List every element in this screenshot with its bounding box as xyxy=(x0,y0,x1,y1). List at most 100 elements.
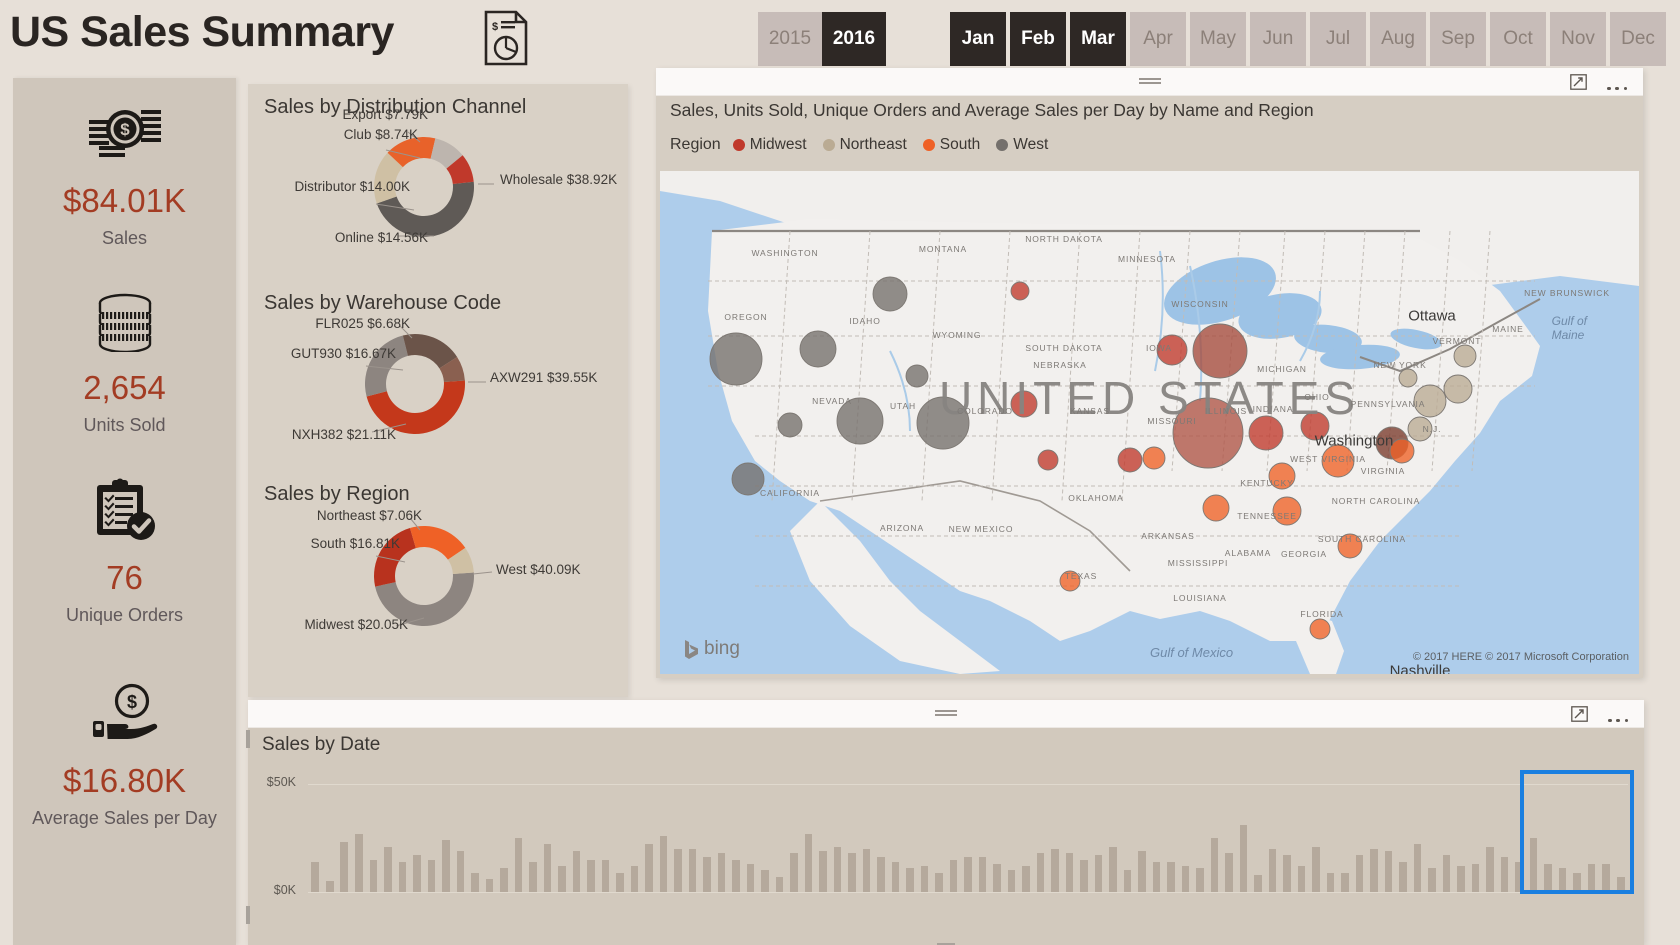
map-bubble[interactable] xyxy=(1059,570,1081,592)
map-bubble[interactable] xyxy=(1117,447,1143,473)
focus-mode-icon[interactable] xyxy=(1570,74,1587,90)
bar[interactable] xyxy=(1268,848,1277,892)
bar[interactable] xyxy=(935,872,943,892)
bar[interactable] xyxy=(1587,863,1596,892)
legend-item-northeast[interactable]: Northeast xyxy=(822,136,907,154)
bar[interactable] xyxy=(1486,846,1494,892)
year-slicer-2015[interactable]: 2015 xyxy=(758,12,822,66)
map-bubble[interactable] xyxy=(916,396,970,450)
map-bubble[interactable] xyxy=(1300,411,1330,441)
donut-slice-south[interactable] xyxy=(409,526,466,560)
donut-slice-export[interactable] xyxy=(446,155,474,184)
year-slicer-2016[interactable]: 2016 xyxy=(822,12,886,66)
bar[interactable] xyxy=(427,859,436,892)
month-slicer-Jul[interactable]: Jul xyxy=(1310,12,1366,66)
bar[interactable] xyxy=(1297,866,1306,892)
bar[interactable] xyxy=(456,850,465,892)
month-slicer-Apr[interactable]: Apr xyxy=(1130,12,1186,66)
map-bubble[interactable] xyxy=(1407,416,1433,442)
bar[interactable] xyxy=(1500,857,1509,892)
map-visual[interactable]: Sales, Units Sold, Unique Orders and Ave… xyxy=(656,68,1643,678)
map-bubble[interactable] xyxy=(1037,449,1059,471)
focus-mode-icon[interactable] xyxy=(1571,706,1588,722)
bar[interactable] xyxy=(848,853,856,892)
map-bubble[interactable] xyxy=(1172,397,1244,469)
map-bubble[interactable] xyxy=(1309,618,1331,640)
donut-slice-northeast[interactable] xyxy=(447,547,474,574)
bar[interactable] xyxy=(1210,838,1219,892)
drag-handle-icon[interactable] xyxy=(935,710,957,717)
bar[interactable] xyxy=(1022,866,1030,892)
bar[interactable] xyxy=(398,861,407,892)
bar[interactable] xyxy=(877,857,885,892)
bar[interactable] xyxy=(659,835,668,892)
bar[interactable] xyxy=(442,840,450,892)
map-canvas[interactable]: UNITED STATES Gulf of Mexico Gulf of Main… xyxy=(660,171,1639,674)
bar[interactable] xyxy=(1515,861,1523,892)
bar[interactable] xyxy=(746,863,755,892)
bar[interactable] xyxy=(645,844,653,892)
bar[interactable] xyxy=(1312,846,1320,892)
bar[interactable] xyxy=(804,833,813,892)
bar[interactable] xyxy=(1225,853,1233,892)
bar[interactable] xyxy=(1428,868,1436,892)
bar[interactable] xyxy=(1109,846,1117,892)
month-slicer-Jun[interactable]: Jun xyxy=(1250,12,1306,66)
map-bubble[interactable] xyxy=(1248,415,1284,451)
map-bubble[interactable] xyxy=(1443,374,1473,404)
bar[interactable] xyxy=(703,857,711,892)
sales-by-date-visual[interactable]: Sales by Date $50K$0KJan 2016Feb 2016Mar… xyxy=(246,700,1644,945)
map-bubble[interactable] xyxy=(1337,533,1363,559)
month-slicer-Oct[interactable]: Oct xyxy=(1490,12,1546,66)
month-slicer-Jan[interactable]: Jan xyxy=(950,12,1006,66)
map-bubble[interactable] xyxy=(731,462,765,496)
bar[interactable] xyxy=(920,866,929,892)
bar[interactable] xyxy=(1051,848,1059,892)
donut-slice-nxh382[interactable] xyxy=(365,335,408,397)
map-bubble[interactable] xyxy=(1321,444,1355,478)
bar[interactable] xyxy=(354,833,363,892)
more-options-icon[interactable] xyxy=(1608,706,1628,722)
bar[interactable] xyxy=(1080,859,1088,892)
bar[interactable] xyxy=(1399,861,1407,892)
bar[interactable] xyxy=(688,848,697,892)
bar[interactable] xyxy=(1413,844,1422,892)
donut-slice-gut930[interactable] xyxy=(402,334,458,369)
bar[interactable] xyxy=(1355,855,1364,892)
bar[interactable] xyxy=(471,872,479,892)
bar[interactable] xyxy=(891,861,900,892)
bar[interactable] xyxy=(1123,870,1132,892)
bar[interactable] xyxy=(1283,855,1291,892)
bar[interactable] xyxy=(717,853,726,892)
map-bubble[interactable] xyxy=(1272,496,1302,526)
bar[interactable] xyxy=(630,866,639,892)
bar[interactable] xyxy=(529,861,537,892)
bar[interactable] xyxy=(1254,874,1262,892)
bar[interactable] xyxy=(775,876,784,892)
bar[interactable] xyxy=(1616,876,1625,892)
bar[interactable] xyxy=(325,881,334,892)
bar[interactable] xyxy=(674,848,682,892)
month-slicer-May[interactable]: May xyxy=(1190,12,1246,66)
donut-slice-axw291[interactable] xyxy=(366,380,465,434)
month-slicer-Mar[interactable]: Mar xyxy=(1070,12,1126,66)
bar[interactable] xyxy=(1602,863,1610,892)
bar[interactable] xyxy=(1442,855,1451,892)
bar[interactable] xyxy=(1558,868,1567,892)
bar[interactable] xyxy=(862,848,871,892)
bar[interactable] xyxy=(1573,872,1581,892)
bar[interactable] xyxy=(906,868,914,892)
bar[interactable] xyxy=(340,842,349,892)
bar[interactable] xyxy=(485,879,494,892)
bar[interactable] xyxy=(1471,863,1480,892)
more-options-icon[interactable] xyxy=(1607,74,1627,90)
map-bubble[interactable] xyxy=(1156,334,1188,366)
map-bubble[interactable] xyxy=(872,276,908,312)
bar[interactable] xyxy=(1065,853,1074,892)
month-slicer-Dec[interactable]: Dec xyxy=(1610,12,1666,66)
bar[interactable] xyxy=(1094,855,1103,892)
map-bubble[interactable] xyxy=(1453,344,1477,368)
legend-item-west[interactable]: West xyxy=(996,136,1048,154)
resize-handle[interactable] xyxy=(246,906,250,924)
map-bubble[interactable] xyxy=(709,332,763,386)
